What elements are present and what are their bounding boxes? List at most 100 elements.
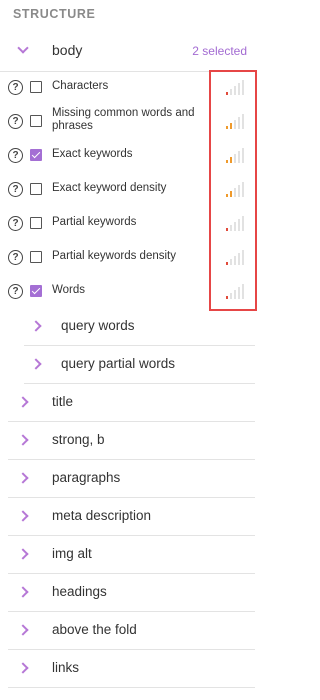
signal-bar [234,120,236,129]
group-row[interactable]: above the fold [8,611,255,650]
subgroup-label: query words [61,318,135,333]
body-group-label: body [52,42,83,58]
metric-row: ? Partial keywords density [0,241,255,275]
question-circle-icon[interactable]: ? [8,216,23,231]
metric-checkbox[interactable] [30,251,42,263]
signal-bar [226,126,228,129]
signal-bar [234,222,236,231]
metric-label: Missing common words and phrases [52,107,195,132]
chevron-right-icon[interactable] [17,586,29,598]
metric-checkbox[interactable] [30,217,42,229]
subgroup-row[interactable]: query partial words [24,345,255,384]
signal-strength-icon [226,77,248,95]
chevron-right-icon[interactable] [17,472,29,484]
signal-bar [238,185,240,197]
group-label: above the fold [52,622,137,637]
signal-strength-icon [226,281,248,299]
metric-label: Words [52,284,86,296]
metric-row: ? Exact keyword density [0,173,255,207]
subgroup-label: query partial words [61,356,176,371]
subgroup-row[interactable]: query words [24,307,255,346]
signal-bar [242,250,244,265]
signal-bar [238,253,240,265]
chevron-right-icon[interactable] [17,548,29,560]
group-row[interactable]: links [8,649,255,688]
question-circle-icon[interactable]: ? [8,148,23,163]
signal-bar [230,157,232,163]
signal-bar [238,219,240,231]
group-row[interactable]: meta description [8,497,255,536]
signal-bar [242,80,244,95]
group-label: links [52,660,80,675]
signal-strength-icon [226,213,248,231]
signal-bar [234,256,236,265]
signal-bar [226,160,228,163]
metric-row: ? Partial keywords [0,207,255,241]
group-label: title [52,394,74,409]
signal-bar [234,188,236,197]
signal-strength-icon [226,247,248,265]
group-label: paragraphs [52,470,121,485]
signal-bar [226,228,228,231]
signal-strength-icon [226,111,248,129]
group-label: img alt [52,546,92,561]
signal-bar [230,123,232,129]
metric-label: Characters [52,80,109,92]
group-row[interactable]: headings [8,573,255,612]
metric-label: Partial keywords [52,216,137,228]
group-row[interactable]: title [8,383,255,422]
metric-checkbox[interactable] [30,115,42,127]
metric-label: Exact keyword density [52,182,167,194]
metric-row: ? Words [0,275,255,309]
question-circle-icon[interactable]: ? [8,80,23,95]
metric-checkbox[interactable] [30,149,42,161]
signal-bar [230,225,232,231]
signal-bar [242,284,244,299]
signal-bar [242,114,244,129]
selected-count: 2 selected [192,44,247,58]
group-row[interactable]: img alt [8,535,255,574]
section-title: STRUCTURE [13,7,96,21]
signal-bar [226,296,228,299]
signal-bar [234,290,236,299]
signal-strength-icon [226,179,248,197]
signal-bar [242,148,244,163]
chevron-down-icon[interactable] [17,42,29,54]
question-circle-icon[interactable]: ? [8,114,23,129]
question-circle-icon[interactable]: ? [8,182,23,197]
chevron-right-icon[interactable] [17,396,29,408]
metric-checkbox[interactable] [30,81,42,93]
body-group-header[interactable]: body 2 selected [0,33,255,72]
chevron-right-icon[interactable] [17,624,29,636]
chevron-right-icon[interactable] [30,320,42,332]
group-row[interactable]: strong, b [8,421,255,460]
metric-label: Partial keywords density [52,250,176,262]
signal-bar [238,83,240,95]
signal-bar [242,216,244,231]
group-label: strong, b [52,432,105,447]
metric-row: ? Exact keywords [0,139,255,173]
metric-row: ? Missing common words and phrases [0,105,255,139]
metric-label: Exact keywords [52,148,133,160]
signal-bar [238,287,240,299]
signal-bar [230,293,232,299]
signal-bar [234,154,236,163]
metric-checkbox[interactable] [30,285,42,297]
group-label: headings [52,584,107,599]
signal-bar [226,194,228,197]
group-label: meta description [52,508,152,523]
group-row[interactable]: paragraphs [8,459,255,498]
metric-checkbox[interactable] [30,183,42,195]
question-circle-icon[interactable]: ? [8,284,23,299]
chevron-right-icon[interactable] [17,510,29,522]
signal-bar [242,182,244,197]
chevron-right-icon[interactable] [17,662,29,674]
signal-bar [238,117,240,129]
signal-bar [226,262,228,265]
question-circle-icon[interactable]: ? [8,250,23,265]
signal-bar [230,89,232,95]
chevron-right-icon[interactable] [17,434,29,446]
signal-bar [230,191,232,197]
signal-bar [226,92,228,95]
chevron-right-icon[interactable] [30,358,42,370]
